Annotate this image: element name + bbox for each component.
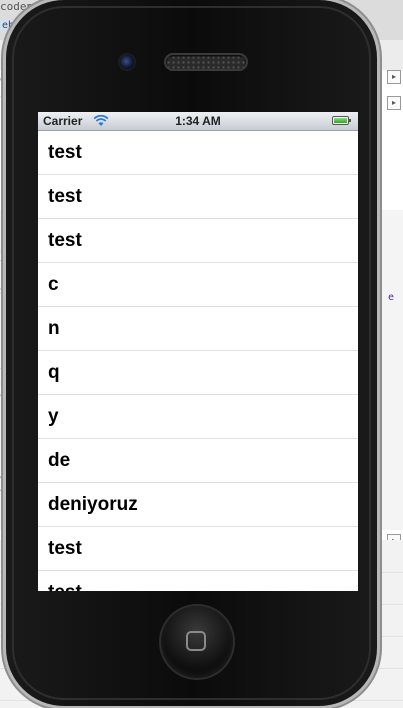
status-time: 1:34 AM (175, 114, 221, 128)
table-row[interactable]: test (38, 175, 358, 219)
phone-screen: Carrier 1:34 AM test test test c n q y d… (38, 112, 358, 591)
table-row[interactable]: test (38, 527, 358, 571)
scroll-arrow-icon[interactable]: ▸ (387, 96, 401, 110)
table-row[interactable]: test (38, 131, 358, 175)
table-row[interactable]: de (38, 439, 358, 483)
table-view[interactable]: test test test c n q y de deniyoruz test… (38, 131, 358, 591)
table-row[interactable]: test (38, 571, 358, 591)
home-button[interactable] (161, 606, 233, 678)
table-row[interactable]: c (38, 263, 358, 307)
table-row[interactable]: y (38, 395, 358, 439)
scroll-arrow-icon[interactable]: ▸ (387, 70, 401, 84)
front-camera-icon (120, 55, 134, 69)
earpiece-speaker-icon (166, 55, 246, 69)
table-row[interactable]: test (38, 219, 358, 263)
status-bar: Carrier 1:34 AM (38, 112, 358, 131)
table-row[interactable]: deniyoruz (38, 483, 358, 527)
home-square-icon (186, 631, 206, 651)
battery-icon (332, 116, 351, 125)
code-snippet: e (388, 292, 395, 303)
table-row[interactable]: q (38, 351, 358, 395)
table-row[interactable]: n (38, 307, 358, 351)
